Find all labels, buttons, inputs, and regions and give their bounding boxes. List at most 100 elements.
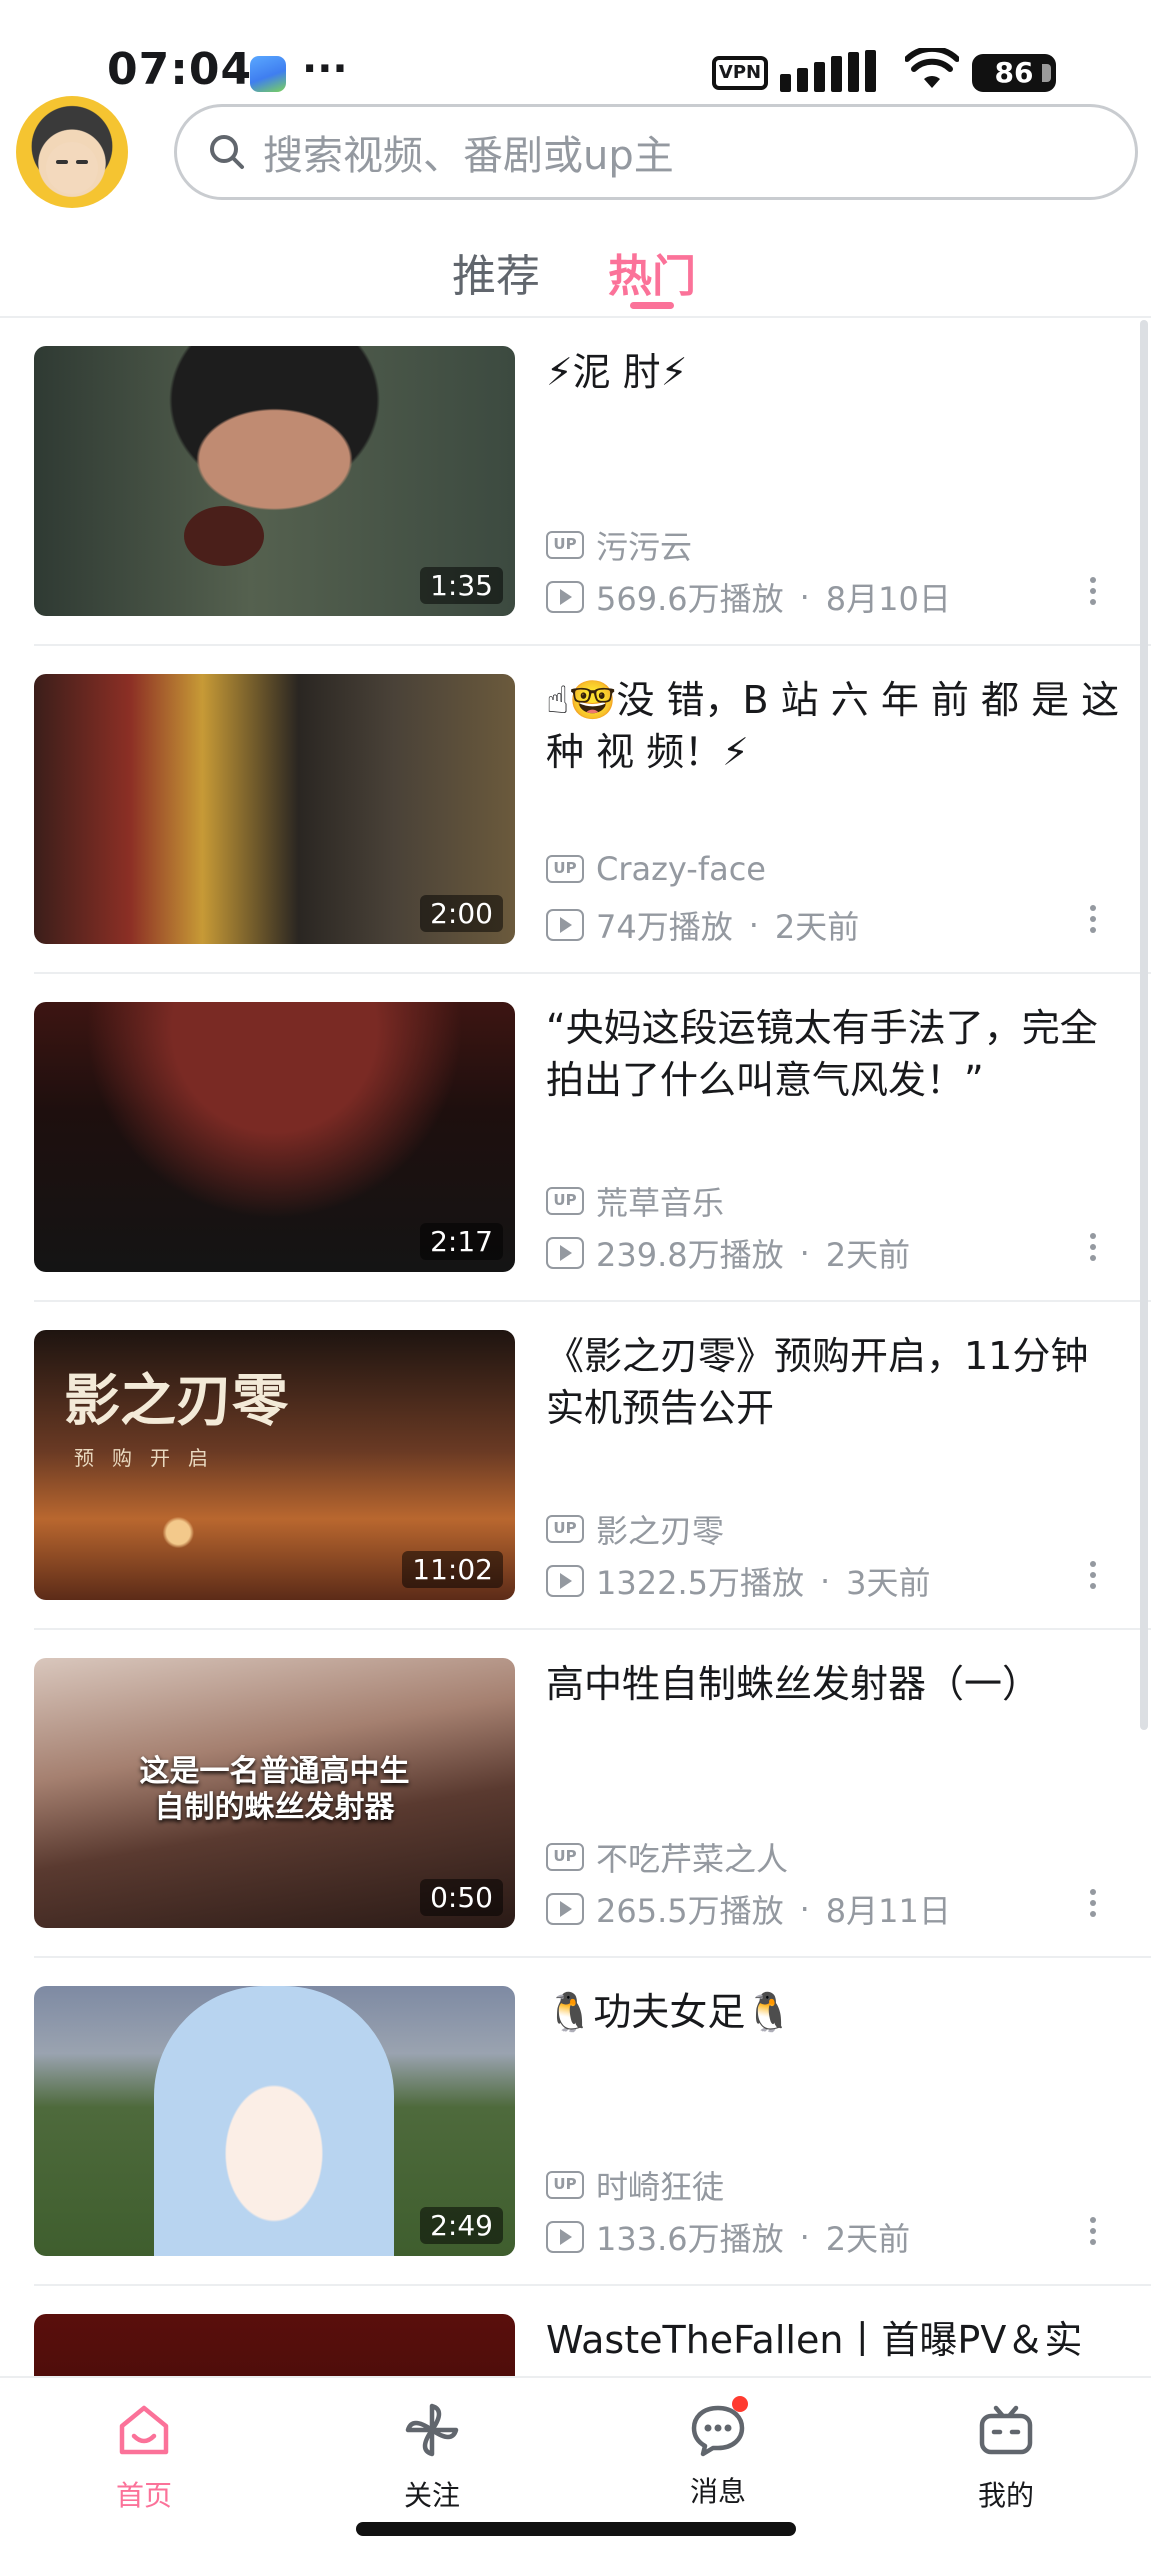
video-duration: 11:02 xyxy=(402,1551,503,1588)
video-thumbnail[interactable] xyxy=(34,2314,515,2376)
video-duration: 2:17 xyxy=(420,1223,503,1260)
video-title[interactable]: WasteTheFallen丨首曝PV＆实 xyxy=(546,2314,1126,2366)
video-stats: 133.6万播放 · 2天前 xyxy=(546,2214,910,2260)
search-bar[interactable]: 搜索视频、番剧或up主 xyxy=(174,104,1138,200)
uploader-name: 荒草音乐 xyxy=(596,1184,725,1222)
video-thumbnail[interactable]: 1:35 xyxy=(34,346,515,616)
video-thumbnail[interactable]: 2:00 xyxy=(34,674,515,944)
video-feed[interactable]: 1:35 ⚡泥 肘⚡ UP 污污云 569.6万播放 · 8月10日 2:00 … xyxy=(0,318,1151,2376)
video-thumbnail[interactable]: 这是一名普通高中生 自制的蛛丝发射器 0:50 xyxy=(34,1658,515,1928)
uploader-row[interactable]: UP 时崎狂徒 xyxy=(546,2162,724,2208)
video-duration: 1:35 xyxy=(420,567,503,604)
status-bar: 07:04 ··· VPN 86 xyxy=(0,0,1151,100)
thumbnail-subtitle-text: 预购开启 xyxy=(74,1446,226,1470)
thumbnail-caption: 这是一名普通高中生 自制的蛛丝发射器 xyxy=(139,1754,410,1825)
nav-mine[interactable]: 我的 xyxy=(936,2400,1076,2514)
uploader-name: 污污云 xyxy=(596,528,693,566)
vpn-icon: VPN xyxy=(712,56,768,90)
more-options-icon[interactable] xyxy=(1086,1230,1100,1266)
video-card[interactable]: 这是一名普通高中生 自制的蛛丝发射器 0:50 高中牲自制蛛丝发射器（一） UP… xyxy=(0,1630,1151,1958)
uploader-row[interactable]: UP 荒草音乐 xyxy=(546,1178,724,1224)
uploader-name: Crazy-face xyxy=(596,850,766,888)
status-time: 07:04 xyxy=(107,44,253,95)
home-indicator[interactable] xyxy=(356,2522,796,2536)
video-card[interactable]: 2:17 “央妈这段运镜太有手法了，完全拍出了什么叫意气风发！” UP 荒草音乐… xyxy=(0,974,1151,1302)
more-options-icon[interactable] xyxy=(1086,574,1100,610)
nav-label: 消息 xyxy=(689,2475,746,2508)
video-thumbnail[interactable]: 2:17 xyxy=(34,1002,515,1272)
uploader-name: 不吃芹菜之人 xyxy=(596,1840,789,1878)
up-badge-icon: UP xyxy=(546,1187,584,1215)
video-card[interactable]: WasteTheFallen丨首曝PV＆实 xyxy=(0,2286,1151,2376)
wifi-icon xyxy=(905,48,959,88)
nav-label: 首页 xyxy=(115,2479,172,2512)
up-badge-icon: UP xyxy=(546,1515,584,1543)
pinwheel-icon xyxy=(405,2403,459,2457)
more-options-icon[interactable] xyxy=(1086,1558,1100,1594)
publish-date: 2天前 xyxy=(825,1236,911,1274)
play-count-icon xyxy=(546,909,584,941)
search-placeholder: 搜索视频、番剧或up主 xyxy=(263,133,674,179)
cellular-signal-icon xyxy=(780,50,892,92)
play-count-icon xyxy=(546,1893,584,1925)
active-tab-indicator xyxy=(630,302,674,309)
video-card[interactable]: 2:00 ☝🤓没 错，B 站 六 年 前 都 是 这 种 视 频！⚡ UP Cr… xyxy=(0,646,1151,974)
separator-dot: · xyxy=(799,2218,810,2256)
video-stats: 239.8万播放 · 2天前 xyxy=(546,1230,910,1276)
play-count: 1322.5万播放 xyxy=(596,1564,804,1602)
video-stats: 569.6万播放 · 8月10日 xyxy=(546,574,951,620)
play-count: 265.5万播放 xyxy=(596,1892,784,1930)
uploader-row[interactable]: UP Crazy-face xyxy=(546,850,766,888)
play-count: 569.6万播放 xyxy=(596,580,784,618)
unread-badge xyxy=(732,2396,748,2412)
video-card[interactable]: 2:49 🐧功夫女足🐧 UP 时崎狂徒 133.6万播放 · 2天前 xyxy=(0,1958,1151,2286)
play-count-icon xyxy=(546,1237,584,1269)
publish-date: 2天前 xyxy=(774,908,860,946)
separator-dot: · xyxy=(819,1562,831,1600)
uploader-row[interactable]: UP 影之刃零 xyxy=(546,1506,724,1552)
home-icon xyxy=(119,2405,169,2455)
more-options-icon[interactable] xyxy=(1086,902,1100,938)
video-title[interactable]: ⚡泥 肘⚡ xyxy=(546,346,1126,398)
separator-dot: · xyxy=(799,1890,810,1928)
tv-icon xyxy=(979,2405,1033,2455)
video-card[interactable]: 1:35 ⚡泥 肘⚡ UP 污污云 569.6万播放 · 8月10日 xyxy=(0,318,1151,646)
tab-popular[interactable]: 热门 xyxy=(608,240,696,304)
separator-dot: · xyxy=(799,1234,810,1272)
publish-date: 8月11日 xyxy=(825,1892,951,1930)
publish-date: 8月10日 xyxy=(825,580,951,618)
publish-date: 2天前 xyxy=(825,2220,911,2258)
video-title[interactable]: “央妈这段运镜太有手法了，完全拍出了什么叫意气风发！” xyxy=(546,1002,1126,1106)
nav-messages[interactable]: 消息 xyxy=(648,2396,788,2510)
uploader-row[interactable]: UP 污污云 xyxy=(546,522,692,568)
nav-follow[interactable]: 关注 xyxy=(362,2400,502,2514)
battery-tip xyxy=(1042,64,1051,82)
uploader-row[interactable]: UP 不吃芹菜之人 xyxy=(546,1834,788,1880)
video-duration: 0:50 xyxy=(420,1879,503,1916)
play-count: 74万播放 xyxy=(596,908,733,946)
feed-scrollbar[interactable] xyxy=(1140,320,1148,1730)
video-title[interactable]: 高中牲自制蛛丝发射器（一） xyxy=(546,1658,1126,1710)
video-thumbnail[interactable]: 2:49 xyxy=(34,1986,515,2256)
separator-dot: · xyxy=(748,906,759,944)
video-title[interactable]: 🐧功夫女足🐧 xyxy=(546,1986,1126,2038)
video-title[interactable]: 《影之刃零》预购开启，11分钟实机预告公开 xyxy=(546,1330,1126,1434)
up-badge-icon: UP xyxy=(546,855,584,883)
tab-recommend[interactable]: 推荐 xyxy=(452,240,540,304)
video-stats: 265.5万播放 · 8月11日 xyxy=(546,1886,951,1932)
uploader-name: 影之刃零 xyxy=(596,1512,725,1550)
video-thumbnail[interactable]: 影之刃零 预购开启 11:02 xyxy=(34,1330,515,1600)
play-count-icon xyxy=(546,1565,584,1597)
video-title[interactable]: ☝🤓没 错，B 站 六 年 前 都 是 这 种 视 频！⚡ xyxy=(546,674,1126,778)
user-avatar[interactable] xyxy=(16,96,128,208)
more-notifications-icon: ··· xyxy=(302,46,348,92)
more-options-icon[interactable] xyxy=(1086,2214,1100,2250)
nav-home[interactable]: 首页 xyxy=(74,2400,214,2514)
thumbnail-title-text: 影之刃零 xyxy=(64,1368,288,1434)
video-duration: 2:49 xyxy=(420,2207,503,2244)
nav-label: 我的 xyxy=(977,2479,1034,2512)
up-badge-icon: UP xyxy=(546,531,584,559)
up-badge-icon: UP xyxy=(546,2171,584,2199)
video-card[interactable]: 影之刃零 预购开启 11:02 《影之刃零》预购开启，11分钟实机预告公开 UP… xyxy=(0,1302,1151,1630)
more-options-icon[interactable] xyxy=(1086,1886,1100,1922)
